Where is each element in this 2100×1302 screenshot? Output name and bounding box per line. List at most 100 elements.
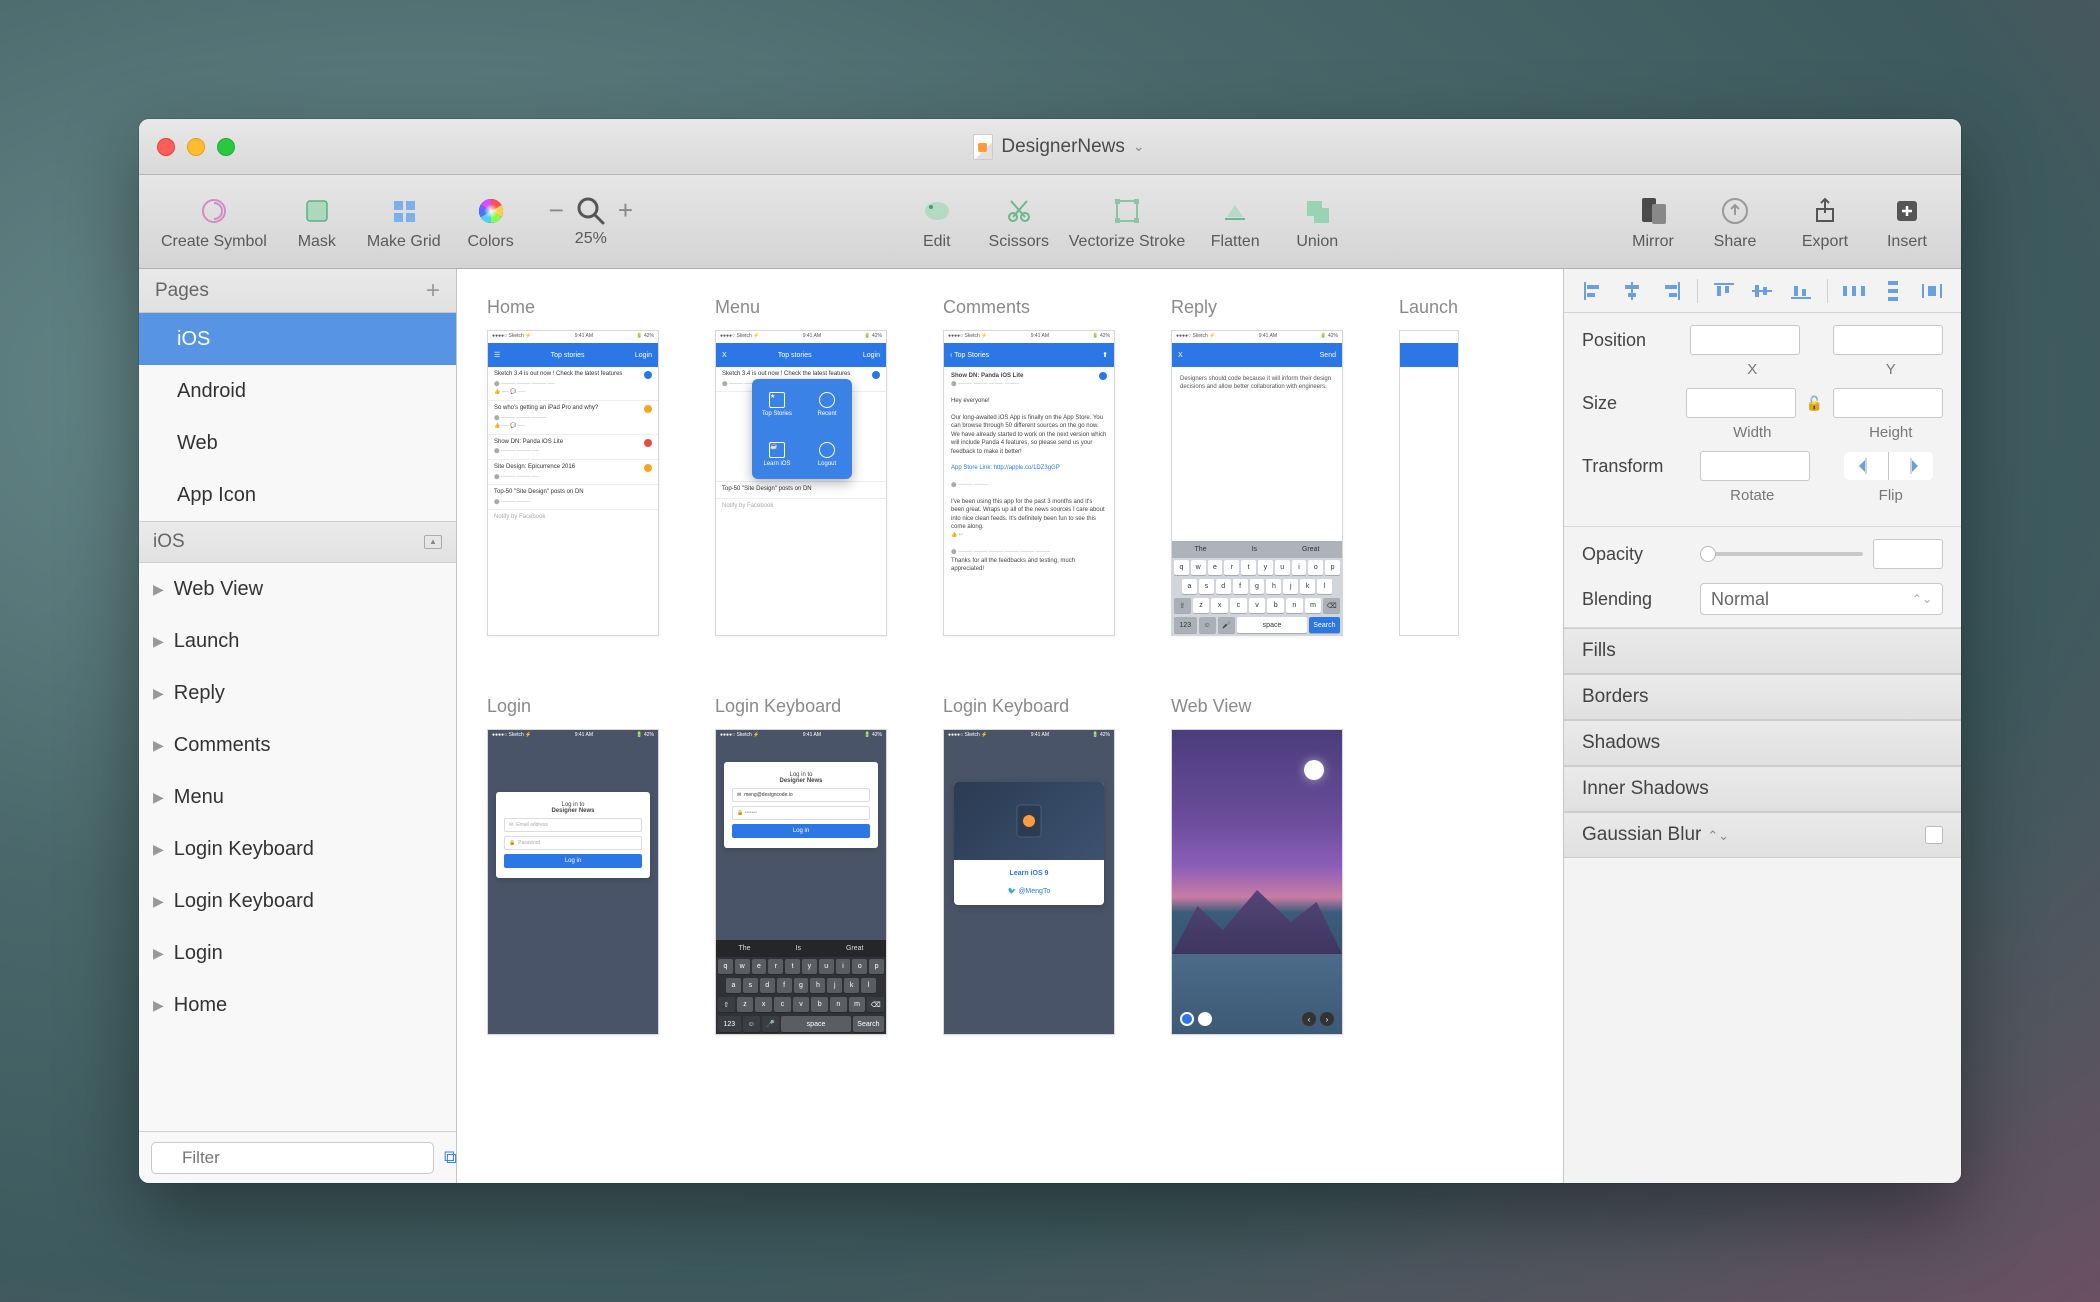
- fills-header[interactable]: Fills: [1564, 628, 1961, 674]
- filter-input[interactable]: [151, 1142, 434, 1174]
- layer-item[interactable]: ▶Home: [139, 979, 456, 1031]
- artboard-login-keyboard-2[interactable]: Login Keyboard ●●●●○ Sketch ⚡9:41 AM🔋 42…: [943, 696, 1115, 1035]
- canvas[interactable]: Home ●●●●○ Sketch ⚡9:41 AM🔋 42% ☰Top sto…: [457, 269, 1563, 1183]
- align-bottom-button[interactable]: [1788, 280, 1814, 302]
- titlebar: DesignerNews ⌄: [139, 119, 1961, 175]
- collapse-icon[interactable]: [424, 535, 442, 549]
- layer-item[interactable]: ▶Login Keyboard: [139, 875, 456, 927]
- layer-item[interactable]: ▶Web View: [139, 563, 456, 615]
- artboard-launch[interactable]: Launch: [1399, 297, 1459, 636]
- page-item-android[interactable]: Android: [139, 365, 456, 417]
- minimize-button[interactable]: [187, 138, 205, 156]
- layer-item[interactable]: ▶Login: [139, 927, 456, 979]
- mask-button[interactable]: Mask: [285, 193, 349, 251]
- scissors-button[interactable]: Scissors: [987, 193, 1051, 251]
- disclosure-icon: ▶: [153, 581, 164, 598]
- app-window: DesignerNews ⌄ Create Symbol Mask Make G…: [139, 119, 1961, 1183]
- edit-button[interactable]: Edit: [905, 193, 969, 251]
- export-button[interactable]: Export: [1793, 193, 1857, 251]
- align-hcenter-button[interactable]: [1619, 280, 1645, 302]
- align-left-button[interactable]: [1580, 280, 1606, 302]
- artboard-webview[interactable]: Web View ‹›: [1171, 696, 1343, 1035]
- blur-checkbox[interactable]: [1925, 826, 1943, 844]
- distribute-v-button[interactable]: [1880, 280, 1906, 302]
- title-dropdown-icon[interactable]: ⌄: [1133, 138, 1145, 155]
- union-button[interactable]: Union: [1285, 193, 1349, 251]
- layer-item[interactable]: ▶Comments: [139, 719, 456, 771]
- artboard-comments[interactable]: Comments ●●●●○ Sketch ⚡9:41 AM🔋 42% ‹ To…: [943, 297, 1115, 636]
- opacity-label: Opacity: [1582, 544, 1690, 565]
- distribute-h-button[interactable]: [1841, 280, 1867, 302]
- artboard-login[interactable]: Login ●●●●○ Sketch ⚡9:41 AM🔋 42% Log in …: [487, 696, 659, 1035]
- section-header: iOS: [139, 521, 456, 563]
- zoom-in-button[interactable]: +: [618, 195, 633, 226]
- flatten-button[interactable]: Flatten: [1203, 193, 1267, 251]
- make-grid-button[interactable]: Make Grid: [367, 193, 441, 251]
- window-title-group: DesignerNews ⌄: [235, 134, 1883, 160]
- share-button[interactable]: Share: [1703, 193, 1767, 251]
- align-right-button[interactable]: [1658, 280, 1684, 302]
- align-vcenter-button[interactable]: [1749, 280, 1775, 302]
- disclosure-icon: ▶: [153, 789, 164, 806]
- size-label: Size: [1582, 393, 1676, 414]
- disclosure-icon: ▶: [153, 841, 164, 858]
- borders-header[interactable]: Borders: [1564, 674, 1961, 720]
- layer-item[interactable]: ▶Launch: [139, 615, 456, 667]
- disclosure-icon: ▶: [153, 685, 164, 702]
- mirror-button[interactable]: Mirror: [1621, 193, 1685, 251]
- filter-bar: 🔍 ⧉ ✎ 123: [139, 1131, 456, 1183]
- rotate-field[interactable]: [1700, 451, 1810, 481]
- colors-button[interactable]: Colors: [459, 193, 523, 251]
- zoom-button[interactable]: [217, 138, 235, 156]
- align-top-button[interactable]: [1711, 280, 1737, 302]
- position-x-field[interactable]: [1690, 325, 1800, 355]
- layer-item[interactable]: ▶Reply: [139, 667, 456, 719]
- traffic-lights: [157, 138, 235, 156]
- layer-item[interactable]: ▶Login Keyboard: [139, 823, 456, 875]
- close-button[interactable]: [157, 138, 175, 156]
- page-item-ios[interactable]: iOS: [139, 313, 456, 365]
- disclosure-icon: ▶: [153, 633, 164, 650]
- shadows-header[interactable]: Shadows: [1564, 720, 1961, 766]
- artboard-menu[interactable]: Menu ●●●●○ Sketch ⚡9:41 AM🔋 42% XTop sto…: [715, 297, 887, 636]
- flip-v-button[interactable]: [1889, 452, 1933, 480]
- page-item-appicon[interactable]: App Icon: [139, 469, 456, 521]
- disclosure-icon: ▶: [153, 737, 164, 754]
- artboard-reply[interactable]: Reply ●●●●○ Sketch ⚡9:41 AM🔋 42% XSend D…: [1171, 297, 1343, 636]
- artboard-home[interactable]: Home ●●●●○ Sketch ⚡9:41 AM🔋 42% ☰Top sto…: [487, 297, 659, 636]
- opacity-slider[interactable]: [1700, 552, 1863, 556]
- disclosure-icon: ▶: [153, 997, 164, 1014]
- opacity-field[interactable]: [1873, 539, 1943, 569]
- width-field[interactable]: [1686, 388, 1796, 418]
- distribute-spacing-button[interactable]: [1919, 280, 1945, 302]
- zoom-out-button[interactable]: −: [549, 195, 564, 226]
- gaussian-blur-header[interactable]: Gaussian Blur⌃⌄: [1564, 812, 1961, 858]
- window-title: DesignerNews: [1001, 136, 1125, 158]
- left-sidebar: Pages + iOS Android Web App Icon iOS ▶We…: [139, 269, 457, 1183]
- layer-item[interactable]: ▶Menu: [139, 771, 456, 823]
- inner-shadows-header[interactable]: Inner Shadows: [1564, 766, 1961, 812]
- position-label: Position: [1582, 330, 1680, 351]
- position-y-field[interactable]: [1833, 325, 1943, 355]
- flip-h-button[interactable]: [1844, 452, 1888, 480]
- height-field[interactable]: [1833, 388, 1943, 418]
- blur-dropdown-icon[interactable]: ⌃⌄: [1707, 828, 1729, 843]
- artboard-login-keyboard-1[interactable]: Login Keyboard ●●●●○ Sketch ⚡9:41 AM🔋 42…: [715, 696, 887, 1035]
- disclosure-icon: ▶: [153, 893, 164, 910]
- lock-icon[interactable]: 🔓: [1806, 395, 1823, 412]
- pages-header: Pages +: [139, 269, 456, 313]
- add-page-button[interactable]: +: [426, 277, 440, 305]
- page-item-web[interactable]: Web: [139, 417, 456, 469]
- disclosure-icon: ▶: [153, 945, 164, 962]
- zoom-value: 25%: [575, 230, 607, 248]
- blending-label: Blending: [1582, 589, 1690, 610]
- align-bar: [1564, 269, 1961, 313]
- vectorize-button[interactable]: Vectorize Stroke: [1069, 193, 1186, 251]
- pages-filter-icon[interactable]: ⧉: [444, 1147, 457, 1168]
- search-icon: [576, 196, 606, 226]
- create-symbol-button[interactable]: Create Symbol: [161, 193, 267, 251]
- document-icon: [973, 134, 993, 160]
- transform-label: Transform: [1582, 456, 1690, 477]
- blending-select[interactable]: Normal⌃⌄: [1700, 583, 1943, 615]
- insert-button[interactable]: Insert: [1875, 193, 1939, 251]
